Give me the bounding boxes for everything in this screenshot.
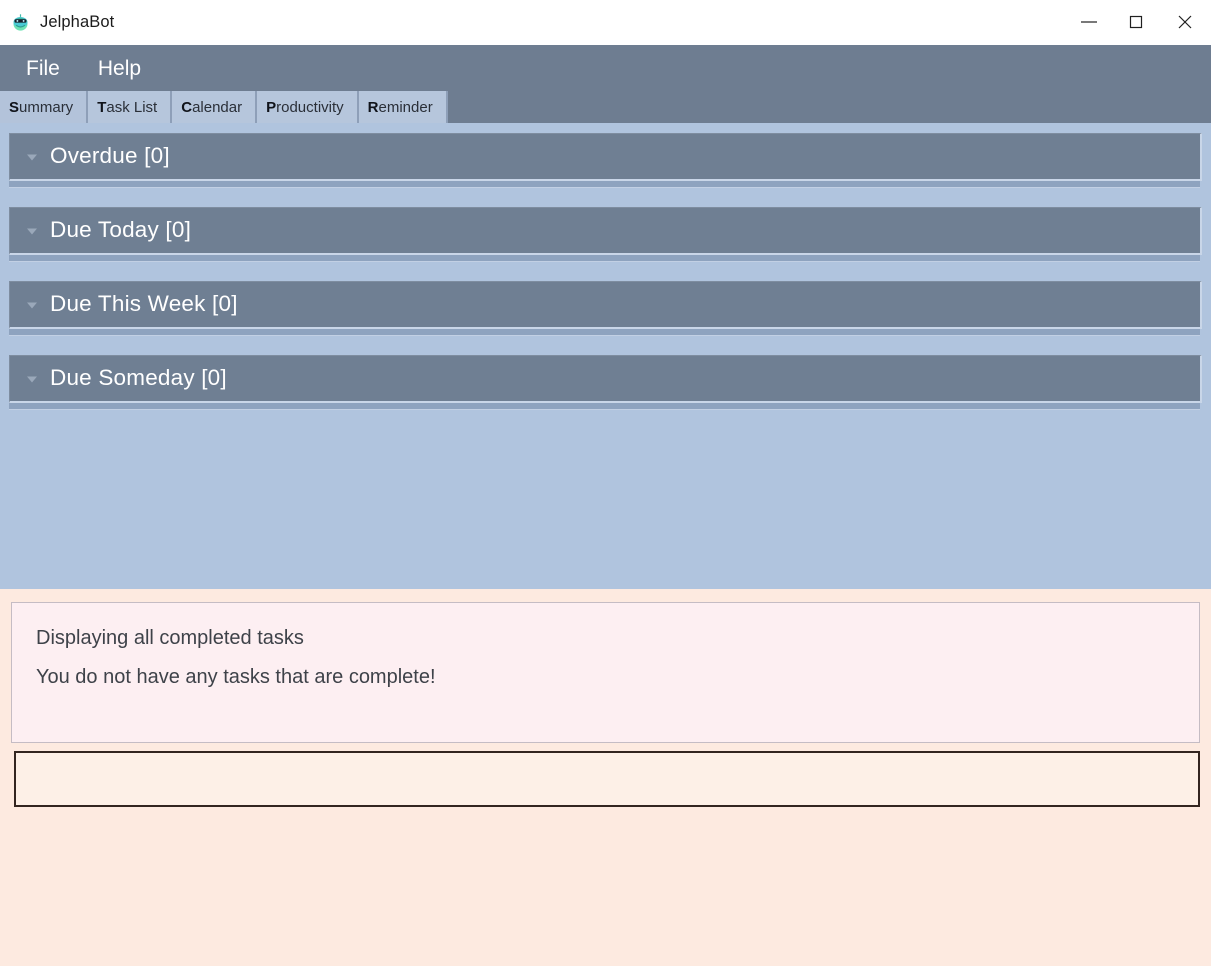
application-window: JelphaBot File Help Summary Task List Ca… [0, 0, 1211, 966]
section-label-due-today: Due Today [0] [50, 217, 192, 243]
tab-bar-filler [447, 91, 1211, 123]
section-label-due-someday: Due Someday [0] [50, 365, 227, 391]
tab-calendar-label: alendar [192, 98, 243, 116]
tab-reminder-mnemonic: R [367, 98, 379, 116]
chevron-down-icon[interactable] [24, 223, 40, 239]
menu-bar: File Help [0, 45, 1211, 91]
section-underline-due-today [9, 255, 1200, 262]
title-bar-left: JelphaBot [0, 13, 114, 32]
summary-panel: Overdue [0] Due Today [0] Due This Week … [0, 123, 1211, 589]
tab-task-list-mnemonic: T [97, 98, 107, 116]
window-controls [1065, 0, 1211, 44]
close-icon[interactable] [1159, 0, 1211, 44]
summary-section-due-this-week: Due This Week [0] [9, 281, 1202, 336]
section-underline-overdue [9, 181, 1200, 188]
summary-section-overdue: Overdue [0] [9, 133, 1202, 188]
tab-productivity-label: roductivity [276, 98, 344, 116]
tab-productivity[interactable]: Productivity [257, 91, 359, 123]
message-area: Displaying all completed tasks You do no… [0, 588, 1211, 751]
tab-calendar-mnemonic: C [181, 98, 193, 116]
window-title: JelphaBot [40, 12, 115, 31]
section-header-due-today[interactable]: Due Today [0] [9, 207, 1202, 255]
tab-reminder-label: eminder [378, 98, 433, 116]
chevron-down-icon[interactable] [24, 149, 40, 165]
tab-summary[interactable]: Summary [0, 91, 89, 123]
tab-summary-label: ummary [19, 98, 74, 116]
result-display-panel: Displaying all completed tasks You do no… [11, 601, 1200, 743]
tab-task-list-label: ask List [106, 98, 158, 116]
tab-reminder[interactable]: Reminder [358, 91, 448, 123]
maximize-icon[interactable] [1112, 0, 1159, 44]
command-input[interactable] [14, 750, 1200, 807]
menu-item-help[interactable]: Help [94, 56, 145, 81]
summary-section-due-someday: Due Someday [0] [9, 355, 1202, 410]
tab-bar: Summary Task List Calendar Productivity … [0, 91, 1211, 123]
chevron-down-icon[interactable] [24, 371, 40, 387]
robot-icon [11, 13, 30, 32]
message-line-secondary: You do not have any tasks that are compl… [36, 666, 436, 689]
section-header-due-this-week[interactable]: Due This Week [0] [9, 281, 1202, 329]
section-label-due-this-week: Due This Week [0] [50, 291, 238, 317]
tab-calendar[interactable]: Calendar [172, 91, 258, 123]
tab-task-list[interactable]: Task List [88, 91, 173, 123]
message-line-primary: Displaying all completed tasks [36, 626, 304, 649]
section-header-due-someday[interactable]: Due Someday [0] [9, 355, 1202, 403]
minimize-icon[interactable] [1065, 0, 1112, 44]
section-label-overdue: Overdue [0] [50, 143, 170, 169]
menu-item-file[interactable]: File [22, 56, 64, 81]
tab-summary-mnemonic: S [9, 98, 20, 116]
section-header-overdue[interactable]: Overdue [0] [9, 133, 1202, 181]
title-bar: JelphaBot [0, 0, 1211, 45]
command-input-area [0, 750, 1211, 966]
section-underline-due-someday [9, 403, 1200, 410]
summary-section-due-today: Due Today [0] [9, 207, 1202, 262]
chevron-down-icon[interactable] [24, 297, 40, 313]
tab-productivity-mnemonic: P [266, 98, 277, 116]
section-underline-due-this-week [9, 329, 1200, 336]
